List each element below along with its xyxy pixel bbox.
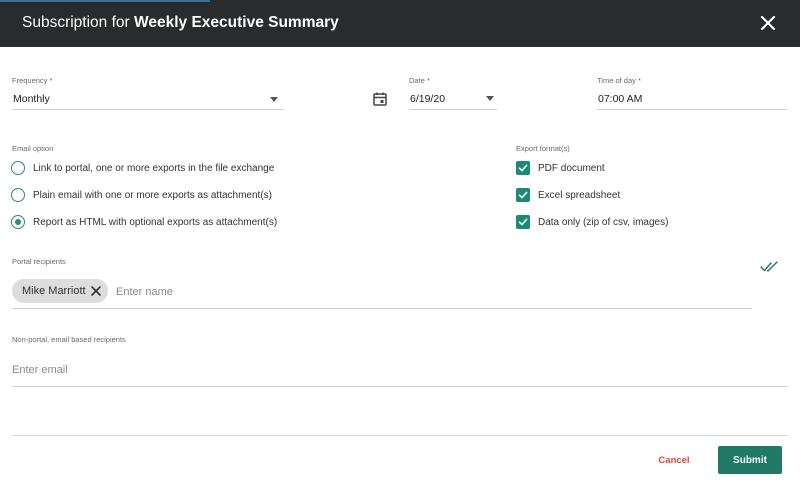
email-option-radio-portal[interactable]: Link to portal, one or more exports in t… — [11, 159, 274, 177]
recipient-chip-label: Mike Marriott — [22, 285, 86, 297]
radio-selected-icon[interactable] — [11, 215, 25, 229]
date-underline — [409, 109, 497, 110]
email-option-text: Report as HTML with optional exports as … — [33, 216, 278, 228]
chevron-down-icon — [486, 96, 494, 101]
portal-recipient-input[interactable] — [116, 284, 416, 300]
export-format-text: Data only (zip of csv, images) — [538, 216, 669, 228]
close-icon[interactable] — [758, 13, 778, 33]
portal-recipients-label: Portal recipients — [12, 257, 66, 266]
checkbox-checked-icon[interactable] — [516, 161, 530, 175]
chevron-down-icon — [270, 97, 278, 102]
header-accent-bar — [0, 0, 210, 2]
checkbox-checked-icon[interactable] — [516, 188, 530, 202]
export-format-text: PDF document — [538, 162, 605, 174]
footer-divider — [12, 435, 788, 436]
email-option-text: Plain email with one or more exports as … — [33, 189, 272, 201]
email-option-radio-plain[interactable]: Plain email with one or more exports as … — [11, 186, 272, 204]
export-formats-label: Export format(s) — [516, 144, 570, 153]
double-check-icon[interactable] — [760, 260, 780, 274]
time-label: Time of day * — [597, 76, 641, 85]
email-option-text: Link to portal, one or more exports in t… — [33, 162, 275, 174]
email-recipient-input[interactable] — [12, 362, 752, 378]
calendar-icon[interactable] — [372, 91, 388, 107]
frequency-select[interactable]: Monthly — [12, 88, 284, 110]
radio-icon[interactable] — [11, 161, 25, 175]
cancel-button[interactable]: Cancel — [648, 450, 700, 470]
dialog-title-report: Weekly Executive Summary — [134, 14, 339, 31]
email-option-radio-html[interactable]: Report as HTML with optional exports as … — [11, 213, 277, 231]
remove-chip-icon[interactable] — [90, 285, 102, 297]
dialog-title: Subscription for Weekly Executive Summar… — [22, 14, 339, 32]
frequency-value: Monthly — [13, 93, 50, 105]
date-value: 6/19/20 — [410, 93, 446, 105]
radio-icon[interactable] — [11, 188, 25, 202]
time-input[interactable]: 07:00 AM — [597, 88, 787, 110]
submit-button[interactable]: Submit — [718, 446, 782, 474]
frequency-underline — [12, 109, 284, 110]
export-checkbox-excel[interactable]: Excel spreadsheet — [516, 186, 620, 204]
date-picker[interactable]: 6/19/20 — [409, 88, 497, 110]
time-underline — [597, 109, 787, 110]
recipient-chip[interactable]: Mike Marriott — [12, 279, 108, 303]
dialog-header: Subscription for Weekly Executive Summar… — [0, 0, 800, 47]
email-option-label: Email option — [12, 144, 54, 153]
time-value: 07:00 AM — [598, 93, 643, 105]
dialog-title-prefix: Subscription for — [22, 14, 134, 31]
frequency-label: Frequency * — [12, 76, 53, 85]
checkbox-checked-icon[interactable] — [516, 215, 530, 229]
date-label: Date * — [409, 76, 430, 85]
export-checkbox-data[interactable]: Data only (zip of csv, images) — [516, 213, 668, 231]
portal-recipients-underline — [12, 308, 752, 309]
email-recipients-label: Non-portal, email based recipients — [12, 335, 126, 344]
export-checkbox-pdf[interactable]: PDF document — [516, 159, 605, 177]
email-recipients-underline — [12, 386, 788, 387]
export-format-text: Excel spreadsheet — [538, 189, 621, 201]
